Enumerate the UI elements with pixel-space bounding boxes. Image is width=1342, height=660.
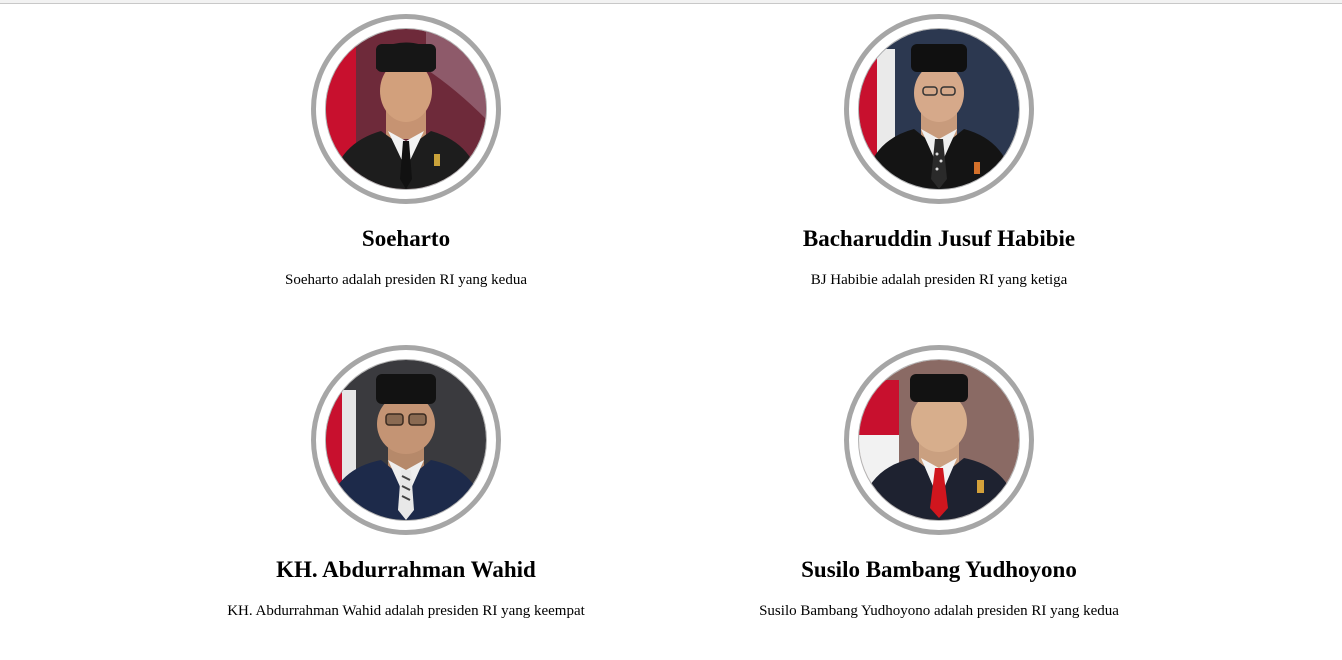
portrait-ring	[311, 345, 501, 535]
president-description: BJ Habibie adalah presiden RI yang ketig…	[810, 272, 1068, 288]
president-description: Susilo Bambang Yudhoyono adalah presiden…	[759, 603, 1119, 619]
portrait-habibie	[858, 28, 1020, 190]
portrait-soeharto	[325, 28, 487, 190]
portrait-ring	[311, 14, 501, 204]
president-card-habibie: Bacharuddin Jusuf Habibie BJ Habibie ada…	[639, 14, 1239, 289]
portrait-sby	[858, 359, 1020, 521]
portrait-wahid	[325, 359, 487, 521]
president-name: Bacharuddin Jusuf Habibie	[802, 226, 1076, 251]
president-card-wahid: KH. Abdurrahman Wahid KH. Abdurrahman Wa…	[106, 345, 706, 620]
president-name: Susilo Bambang Yudhoyono	[801, 557, 1077, 582]
president-card-sby: Susilo Bambang Yudhoyono Susilo Bambang …	[639, 345, 1239, 620]
president-name: KH. Abdurrahman Wahid	[276, 557, 536, 582]
top-border	[0, 0, 1342, 4]
president-description: Soeharto adalah presiden RI yang kedua	[285, 272, 527, 288]
president-name: Soeharto	[361, 226, 451, 251]
portrait-ring	[844, 14, 1034, 204]
portrait-ring	[844, 345, 1034, 535]
president-card-soeharto: Soeharto Soeharto adalah presiden RI yan…	[106, 14, 706, 289]
president-description: KH. Abdurrahman Wahid adalah presiden RI…	[227, 603, 585, 619]
